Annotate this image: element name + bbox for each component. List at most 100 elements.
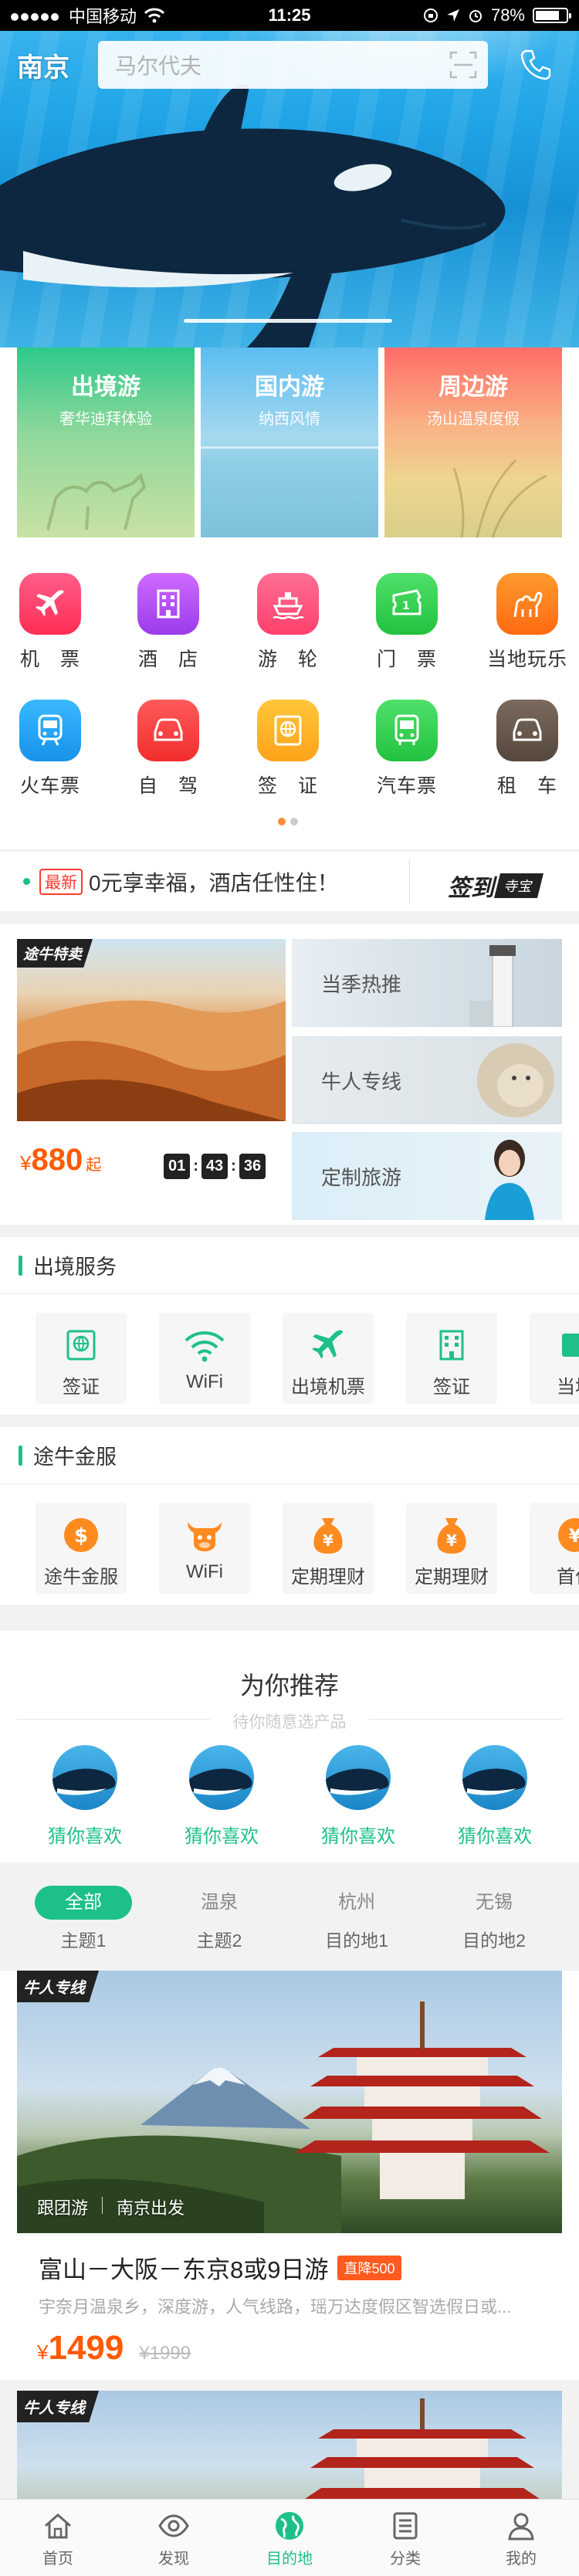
banner-indicator: [184, 319, 392, 323]
lion-image: [477, 1043, 554, 1117]
search-box[interactable]: 马尔代夫: [98, 41, 488, 89]
top-bar: 南京 马尔代夫: [0, 37, 579, 93]
countdown-timer: 01: 43: 36: [164, 1154, 266, 1179]
filter-tab-hotspring[interactable]: 温泉 主题2: [151, 1886, 287, 1952]
grid-item-local[interactable]: 当地玩乐: [481, 573, 574, 672]
grid-label: 游 轮: [257, 649, 318, 670]
grid-item-ticket[interactable]: 1 门 票: [361, 573, 453, 672]
side-card-expert[interactable]: 牛人专线: [292, 1036, 562, 1124]
divider: [409, 859, 410, 904]
camel-silhouette: [46, 473, 147, 530]
whale-avatar: [52, 1745, 117, 1810]
price-value: 1499: [48, 2329, 124, 2367]
price-value: 880: [31, 1143, 83, 1177]
grid-item-hotel[interactable]: 酒 店: [122, 573, 215, 672]
home-icon: [0, 2509, 116, 2543]
camel-icon: [496, 573, 558, 635]
service-finance[interactable]: $ 途牛金服: [36, 1503, 127, 1594]
product-title: 富山－大阪－东京8或9日游: [39, 2256, 329, 2283]
service-visa[interactable]: 签证: [36, 1313, 127, 1404]
tab-category[interactable]: 分类: [347, 2500, 463, 2576]
recommend-item[interactable]: 猜你喜欢: [300, 1745, 416, 1848]
whale-avatar: [189, 1745, 254, 1810]
tab-label: 我的: [506, 2551, 537, 2568]
service-flight[interactable]: 出境机票: [283, 1313, 374, 1404]
filter-tab-wuxi[interactable]: 无锡 目的地2: [426, 1886, 562, 1952]
grid-item-drive[interactable]: 自 驾: [122, 700, 215, 798]
grid-label: 酒 店: [137, 649, 198, 670]
product-card[interactable]: 牛人专线 跟团游 南京出发 富山－大阪－东京8或9日游 直降500 宇奈月温泉乡…: [0, 1971, 579, 2380]
service-label: 签证: [63, 1377, 100, 1398]
pagoda-image: [303, 2398, 542, 2500]
recommend-section: 为你推荐 待你随意选产品 猜你喜欢 猜你喜欢 猜你喜欢 猜你喜欢: [0, 1631, 579, 1863]
brand-badge: 寺宝: [494, 873, 543, 898]
grass-silhouette: [452, 459, 547, 537]
product-card-2[interactable]: 牛人专线: [17, 2391, 562, 2514]
old-price: ¥1999: [139, 2343, 191, 2364]
card-nearby[interactable]: 周边游 汤山温泉度假: [384, 347, 562, 537]
filter-tab-bottom: 主题2: [196, 1930, 242, 1951]
service-wifi[interactable]: WiFi: [159, 1313, 250, 1404]
product-tag: 牛人专线: [17, 1971, 99, 2002]
news-ticker[interactable]: 最新 0元享幸福，酒店任性住！ 签到 寺宝: [0, 851, 579, 911]
service-wifi[interactable]: WiFi: [159, 1503, 250, 1594]
svg-text:$: $: [74, 1524, 88, 1547]
phone-icon[interactable]: [519, 48, 553, 82]
recommend-label: 猜你喜欢: [458, 1826, 532, 1847]
money-bag-icon: ¥: [406, 1513, 497, 1557]
service-downpayment[interactable]: ¥ 首付: [530, 1503, 579, 1594]
filter-tab-top: 无锡: [476, 1892, 513, 1913]
product-departure: 南京出发: [117, 2198, 185, 2218]
svg-text:¥: ¥: [569, 1525, 579, 1547]
card-subtitle: 奢华迪拜体验: [59, 411, 152, 428]
filter-tab-top: 温泉: [201, 1892, 238, 1913]
grid-item-visa[interactable]: 签 证: [242, 700, 334, 798]
product-price: ¥ 1499 ¥1999: [37, 2329, 191, 2368]
service-savings-2[interactable]: ¥ 定期理财: [406, 1503, 497, 1594]
grid-item-rental[interactable]: 租 车: [481, 700, 574, 798]
filter-tab-top: 全部: [35, 1886, 132, 1920]
price-currency: ¥: [20, 1151, 32, 1174]
news-text: 0元享幸福，酒店任性住！: [89, 870, 339, 895]
tab-profile[interactable]: 我的: [463, 2500, 579, 2576]
side-card-custom[interactable]: 定制旅游: [292, 1132, 562, 1220]
tab-home[interactable]: 首页: [0, 2500, 116, 2576]
hotel-icon: [137, 573, 199, 635]
grid-label: 机 票: [19, 649, 80, 670]
side-card-hot[interactable]: 当季热推: [292, 939, 562, 1027]
grid-item-train[interactable]: 火车票: [4, 700, 96, 798]
cruise-icon: [257, 573, 319, 635]
car-icon: [137, 700, 199, 761]
filter-tab-top: 杭州: [338, 1892, 375, 1913]
checkin-brand[interactable]: 签到 寺宝: [448, 869, 543, 903]
product-tag: 牛人专线: [17, 2391, 99, 2422]
finance-services-section: 途牛金服 $ 途牛金服 WiFi ¥ 定期理财 ¥ 定期理财 ¥ 首付: [0, 1427, 579, 1605]
city-selector[interactable]: 南京: [17, 46, 98, 84]
service-visa-2[interactable]: 签证: [406, 1313, 497, 1404]
card-outbound[interactable]: 出境游 奢华迪拜体验: [17, 347, 195, 537]
grid-item-cruise[interactable]: 游 轮: [242, 573, 334, 672]
tab-discover[interactable]: 发现: [116, 2500, 232, 2576]
service-icon-grid: 机 票 酒 店 游 轮 1 门 票 当地玩乐 火车票 自 驾 签 证 汽车票 租…: [0, 550, 579, 849]
list-icon: [347, 2509, 463, 2543]
card-domestic[interactable]: 国内游 纳西风情: [201, 347, 378, 537]
recommend-item[interactable]: 猜你喜欢: [27, 1745, 143, 1848]
price-suffix: 起: [86, 1157, 102, 1174]
scan-icon[interactable]: [449, 51, 477, 79]
side-card-label: 当季热推: [321, 972, 402, 996]
recommend-item[interactable]: 猜你喜欢: [164, 1745, 279, 1848]
grid-item-bus[interactable]: 汽车票: [361, 700, 453, 798]
tab-destination[interactable]: 目的地: [232, 2500, 347, 2576]
service-row: 签证 WiFi 出境机票 签证 当地: [0, 1294, 579, 1415]
service-savings[interactable]: ¥ 定期理财: [283, 1503, 374, 1594]
card-title: 出境游: [71, 375, 141, 400]
service-local[interactable]: 当地: [530, 1313, 579, 1404]
special-main-card[interactable]: 途牛特卖: [17, 939, 286, 1121]
orca-illustration: [0, 85, 506, 347]
filter-tab-all[interactable]: 全部 主题1: [15, 1886, 151, 1952]
whale-avatar: [326, 1745, 391, 1810]
filter-tab-hangzhou[interactable]: 杭州 目的地1: [289, 1886, 425, 1952]
recommend-item[interactable]: 猜你喜欢: [437, 1745, 553, 1848]
grid-item-flight[interactable]: 机 票: [4, 573, 96, 672]
discount-badge: 直降500: [337, 2255, 401, 2280]
